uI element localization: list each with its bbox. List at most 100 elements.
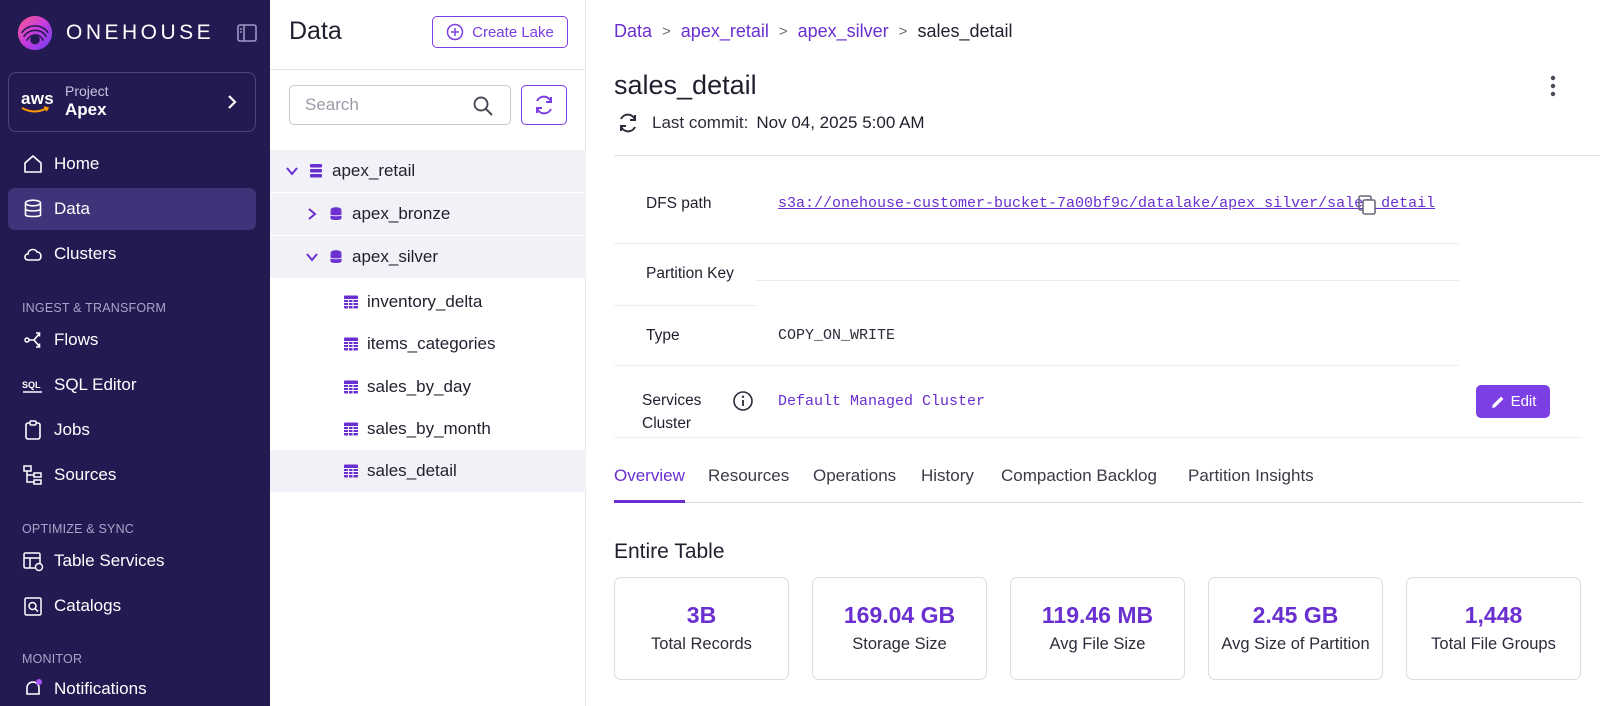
breadcrumb-separator: > — [662, 23, 671, 40]
tab-partition-insights[interactable]: Partition Insights — [1188, 466, 1314, 503]
tree-node-apex-bronze[interactable]: apex_bronze — [270, 193, 586, 235]
tree-node-apex-retail[interactable]: apex_retail — [270, 150, 586, 192]
sidebar-collapse-icon[interactable] — [236, 22, 258, 44]
plus-circle-icon — [446, 23, 464, 41]
project-provider: aws — [21, 88, 55, 108]
sidebar: ONEHOUSE aws Project Apex Home Data Clus… — [0, 0, 270, 706]
nav-item-catalogs[interactable]: Catalogs — [8, 585, 256, 627]
nav-item-label: Clusters — [54, 244, 117, 263]
table-icon — [344, 295, 358, 309]
nav-item-label: Table Services — [54, 551, 165, 570]
edit-cluster-button[interactable]: Edit — [1476, 385, 1550, 418]
stat-value: 169.04 GB — [843, 602, 956, 628]
nav-item-label: Data — [54, 199, 90, 218]
tree-node-apex-silver[interactable]: apex_silver — [270, 236, 586, 278]
info-icon[interactable] — [732, 390, 754, 412]
stat-value: 2.45 GB — [1252, 602, 1339, 628]
svg-text:SQL: SQL — [22, 380, 41, 390]
nav-item-label: Sources — [54, 465, 117, 484]
breadcrumb-data[interactable]: Data — [614, 21, 652, 42]
sql-icon: SQL — [22, 380, 42, 393]
tab-compaction-backlog[interactable]: Compaction Backlog — [1001, 466, 1157, 503]
nav-item-sources[interactable]: Sources — [8, 454, 256, 496]
pencil-icon — [1491, 396, 1503, 408]
nav-item-flows[interactable]: Flows — [8, 319, 256, 361]
home-icon — [24, 155, 42, 173]
nav-item-label: Home — [54, 154, 100, 173]
services-cluster-label-line2: Cluster — [642, 415, 692, 432]
tree-node-sales-by-month[interactable]: sales_by_month — [270, 408, 586, 450]
last-commit-label: Last commit: — [652, 113, 749, 132]
stat-value: 3B — [686, 602, 717, 628]
dfs-path-link[interactable]: s3a://onehouse-customer-bucket-7a00bf9c/… — [778, 195, 1435, 212]
tree-node-items-categories[interactable]: items_categories — [270, 323, 586, 365]
search-box[interactable] — [289, 85, 511, 125]
copy-icon[interactable] — [1356, 194, 1378, 216]
nav-section-monitor: MONITOR — [22, 652, 83, 666]
create-lake-label: Create Lake — [472, 23, 554, 41]
section-title: Entire Table — [614, 540, 725, 563]
nav-item-jobs[interactable]: Jobs — [8, 409, 256, 451]
project-name: Apex — [65, 100, 107, 119]
tree-node-inventory-delta[interactable]: inventory_delta — [270, 281, 586, 323]
nav-item-clusters[interactable]: Clusters — [8, 233, 256, 275]
nav-item-table-services[interactable]: Table Services — [8, 540, 256, 582]
services-cluster-label: Services Cluster — [642, 389, 701, 435]
lake-icon — [310, 164, 322, 178]
nav-item-home[interactable]: Home — [8, 143, 256, 185]
last-commit-value: Nov 04, 2025 5:00 AM — [756, 113, 925, 132]
search-input[interactable] — [305, 95, 465, 115]
type-value: COPY_ON_WRITE — [778, 327, 896, 344]
main-content: Data > apex_retail > apex_silver > sales… — [586, 0, 1600, 706]
breadcrumb: Data > apex_retail > apex_silver > sales… — [614, 21, 1013, 42]
stat-label: Total Records — [651, 635, 752, 653]
breadcrumb-separator: > — [898, 23, 908, 40]
stat-card-storage-size: 169.04 GB Storage Size — [812, 577, 987, 680]
services-cluster-label-line1: Services — [642, 392, 702, 409]
partition-key-label: Partition Key — [646, 265, 734, 282]
nav-item-notifications[interactable]: Notifications — [8, 668, 256, 706]
aws-logo-icon: aws — [21, 88, 57, 114]
tree-node-label: apex_silver — [352, 247, 438, 266]
tab-operations[interactable]: Operations — [813, 466, 896, 503]
nav-item-label: Flows — [54, 330, 99, 349]
nav-item-sql-editor[interactable]: SQL SQL Editor — [8, 364, 256, 406]
services-cluster-link[interactable]: Default Managed Cluster — [778, 393, 985, 410]
page-title: sales_detail — [614, 70, 757, 100]
stat-value: 119.46 MB — [1041, 602, 1154, 628]
nav-item-label: Notifications — [54, 679, 147, 698]
logo[interactable]: ONEHOUSE — [16, 12, 214, 54]
nav-item-data[interactable]: Data — [8, 188, 256, 230]
tree-node-sales-by-day[interactable]: sales_by_day — [270, 366, 586, 408]
refresh-button[interactable] — [521, 85, 567, 125]
breadcrumb-apex-silver[interactable]: apex_silver — [798, 21, 889, 42]
tree-node-label: items_categories — [367, 334, 496, 353]
project-selector[interactable]: aws Project Apex — [8, 72, 256, 132]
last-commit: Last commit: Nov 04, 2025 5:00 AM — [616, 111, 925, 135]
create-lake-button[interactable]: Create Lake — [432, 16, 568, 48]
breadcrumb-apex-retail[interactable]: apex_retail — [681, 21, 769, 42]
nav-section-ingest: INGEST & TRANSFORM — [22, 301, 167, 315]
tab-history[interactable]: History — [921, 466, 974, 503]
dfs-path-label: DFS path — [646, 195, 712, 212]
sync-icon — [620, 113, 636, 133]
tree-node-sales-detail[interactable]: sales_detail — [270, 450, 586, 492]
chevron-down-icon[interactable] — [284, 163, 300, 179]
divider — [614, 243, 1459, 244]
tab-resources[interactable]: Resources — [708, 466, 789, 503]
stat-card-avg-partition-size: 2.45 GB Avg Size of Partition — [1208, 577, 1383, 680]
bell-icon — [26, 679, 42, 695]
divider — [614, 305, 756, 306]
stat-label: Total File Groups — [1431, 635, 1556, 653]
stat-label: Avg File Size — [1049, 635, 1146, 653]
chevron-down-icon[interactable] — [304, 249, 320, 265]
cloud-icon — [24, 248, 42, 261]
tab-overview[interactable]: Overview — [614, 466, 685, 503]
table-icon — [344, 380, 358, 394]
chevron-right-icon[interactable] — [304, 206, 320, 222]
search-icon[interactable] — [472, 95, 494, 117]
more-options-icon[interactable] — [1548, 74, 1558, 98]
database-icon — [330, 207, 342, 220]
database-icon — [330, 250, 342, 263]
divider — [614, 155, 1600, 156]
